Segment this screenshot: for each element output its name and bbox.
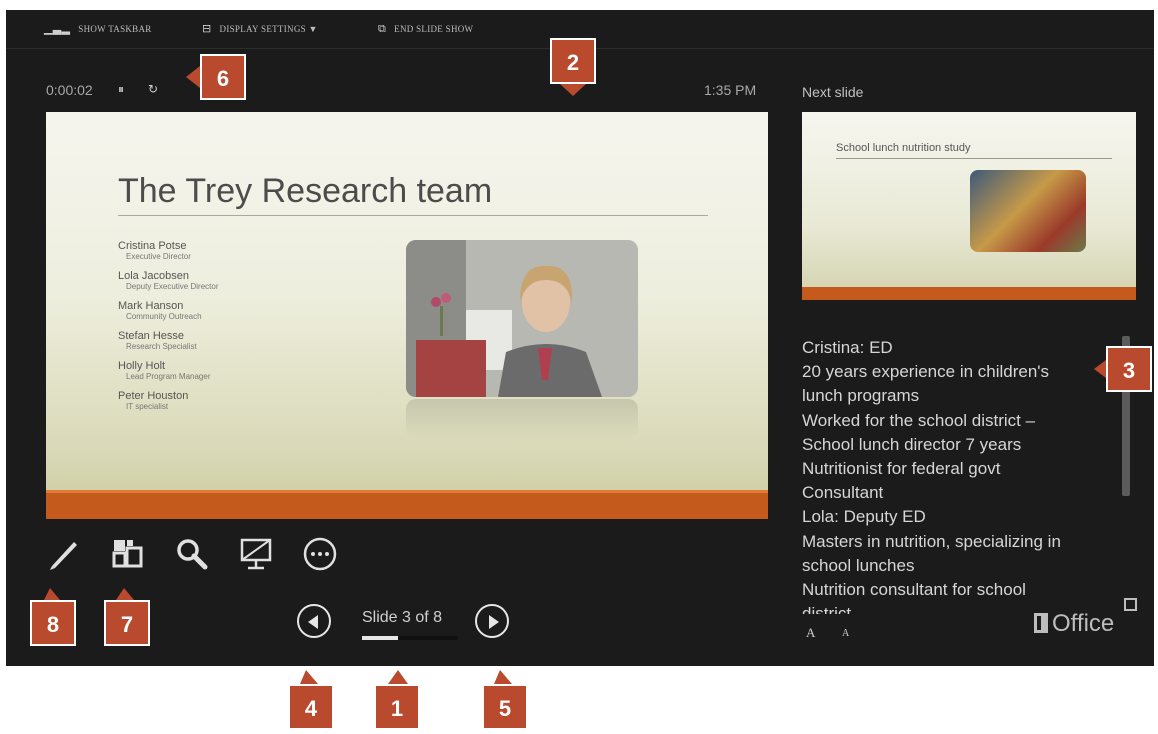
member-role: Executive Director xyxy=(126,252,191,261)
fullscreen-icon[interactable] xyxy=(1124,598,1137,611)
elapsed-timer: 0:00:02 xyxy=(46,82,93,98)
slide-title: The Trey Research team xyxy=(118,172,493,210)
notes-line: school lunches xyxy=(802,555,915,575)
end-slide-show-button[interactable]: ⧉ END SLIDE SHOW xyxy=(378,22,473,36)
member-name: Mark Hanson xyxy=(118,300,184,312)
pause-timer-button[interactable]: ⏸ xyxy=(118,82,124,97)
member-role: Community Outreach xyxy=(126,312,202,321)
pen-tool-button[interactable] xyxy=(44,534,84,574)
team-member: Holly Holt Lead Program Manager xyxy=(118,360,378,381)
notes-line: lunch programs xyxy=(802,386,920,406)
member-name: Cristina Potse xyxy=(118,240,187,252)
pen-icon xyxy=(50,542,77,570)
office-logo: Office xyxy=(1034,610,1114,638)
portrait-illustration xyxy=(406,240,638,397)
member-role: Research Specialist xyxy=(126,342,197,351)
more-options-button[interactable] xyxy=(300,534,340,574)
slide-progress-track xyxy=(362,636,458,640)
show-taskbar-button[interactable]: ▁▃▂ SHOW TASKBAR xyxy=(44,22,152,35)
callout-8: 8 xyxy=(30,600,76,646)
speaker-notes[interactable]: Cristina: ED 20 years experience in chil… xyxy=(802,336,1118,614)
member-name: Holly Holt xyxy=(118,360,166,372)
show-taskbar-label: SHOW TASKBAR xyxy=(78,24,152,34)
current-time: 1:35 PM xyxy=(704,82,757,98)
display-settings-label: DISPLAY SETTINGS ▼ xyxy=(219,24,318,34)
bar-chart-icon: ▁▃▂ xyxy=(44,22,71,35)
member-name: Peter Houston xyxy=(118,390,189,402)
callout-6: 6 xyxy=(200,54,246,100)
team-member: Stefan Hesse Research Specialist xyxy=(118,330,378,351)
next-slide-rule xyxy=(836,158,1112,159)
next-slide-title: School lunch nutrition study xyxy=(836,142,971,154)
notes-line: Lola: Deputy ED xyxy=(802,507,926,527)
callout-2: 2 xyxy=(550,38,596,84)
end-show-icon: ⧉ xyxy=(378,22,387,35)
zoom-button[interactable] xyxy=(172,534,212,574)
slide-counter[interactable]: Slide 3 of 8 xyxy=(362,609,442,627)
slide-title-rule xyxy=(118,215,708,216)
monitor-settings-icon: ⊟ xyxy=(202,22,212,35)
notes-line: Worked for the school district – xyxy=(802,410,1036,430)
previous-slide-button[interactable] xyxy=(297,604,331,638)
slide-progress-fill xyxy=(362,636,398,640)
member-role: Lead Program Manager xyxy=(126,372,211,381)
next-slide-preview[interactable]: School lunch nutrition study xyxy=(802,112,1136,300)
end-slide-show-label: END SLIDE SHOW xyxy=(394,24,474,34)
next-slide-accent-bar xyxy=(802,287,1136,300)
restart-timer-button[interactable]: ↻ xyxy=(148,82,158,96)
team-member: Lola Jacobsen Deputy Executive Director xyxy=(118,270,378,291)
next-slide-label: Next slide xyxy=(802,84,864,100)
notes-line: 20 years experience in children's xyxy=(802,362,1050,382)
notes-line: School lunch director 7 years xyxy=(802,434,1022,454)
ellipsis-icon xyxy=(303,537,337,571)
team-member: Mark Hanson Community Outreach xyxy=(118,300,378,321)
callout-1: 1 xyxy=(374,684,420,730)
member-role: IT specialist xyxy=(126,402,169,411)
presenter-view: ▁▃▂ SHOW TASKBAR ⊟ DISPLAY SETTINGS ▼ ⧉ END… xyxy=(6,10,1154,666)
team-member: Cristina Potse Executive Director xyxy=(118,240,378,261)
notes-line: Nutritionist for federal govt xyxy=(802,459,1001,479)
chevron-left-icon xyxy=(308,615,318,629)
next-slide-button[interactable] xyxy=(475,604,509,638)
office-logo-text: Office xyxy=(1052,610,1115,637)
photo-reflection xyxy=(406,399,638,439)
member-name: Stefan Hesse xyxy=(118,330,185,342)
team-member: Peter Houston IT specialist xyxy=(118,390,378,411)
black-screen-button[interactable] xyxy=(236,534,276,574)
team-roster: Cristina Potse Executive Director Lola J… xyxy=(118,240,378,420)
office-mark-icon xyxy=(1034,613,1048,633)
next-slide-photo xyxy=(970,170,1086,252)
slide-accent-bar xyxy=(46,490,768,519)
member-role: Deputy Executive Director xyxy=(126,282,219,291)
magnifier-icon xyxy=(177,539,208,570)
notes-line: Consultant xyxy=(802,483,884,503)
current-slide[interactable]: The Trey Research team Cristina Potse Ex… xyxy=(46,112,768,519)
team-photo xyxy=(406,240,638,397)
member-name: Lola Jacobsen xyxy=(118,270,189,282)
see-all-slides-button[interactable] xyxy=(108,534,148,574)
notes-line: Masters in nutrition, specializing in xyxy=(802,531,1061,551)
notes-line: Cristina: ED xyxy=(802,338,893,357)
callout-7: 7 xyxy=(104,600,150,646)
callout-3: 3 xyxy=(1106,346,1152,392)
notes-line: Nutrition consultant for school xyxy=(802,580,1026,600)
projector-off-icon xyxy=(240,538,272,570)
callout-4: 4 xyxy=(288,684,334,730)
slide-grid-icon xyxy=(112,540,143,568)
decrease-font-button[interactable]: A xyxy=(842,628,849,639)
chevron-right-icon xyxy=(489,615,499,629)
callout-5: 5 xyxy=(482,684,528,730)
increase-font-button[interactable]: A xyxy=(806,625,815,641)
display-settings-button[interactable]: ⊟ DISPLAY SETTINGS ▼ xyxy=(202,22,318,35)
